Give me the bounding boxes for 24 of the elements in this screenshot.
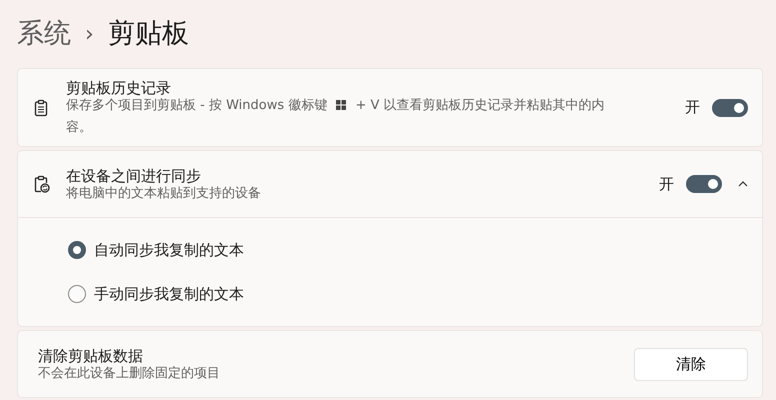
clipboard-sync-icon xyxy=(32,175,50,193)
setting-description: 容。 xyxy=(66,120,92,136)
setting-title: 清除剪贴板数据 xyxy=(38,346,144,366)
chevron-up-icon[interactable] xyxy=(738,181,748,187)
clipboard-icon xyxy=(32,98,50,116)
breadcrumb-separator: › xyxy=(85,20,94,48)
windows-key-icon xyxy=(336,100,346,110)
toggle-switch[interactable] xyxy=(686,175,722,193)
radio-button[interactable] xyxy=(68,241,86,259)
toggle-state-label: 开 xyxy=(685,97,700,118)
setting-title: 剪贴板历史记录 xyxy=(66,78,172,98)
toggle-switch[interactable] xyxy=(712,98,748,116)
setting-description: + V 以查看剪贴板历史记录并粘贴其中的内 xyxy=(354,98,605,112)
clear-button[interactable]: 清除 xyxy=(634,348,748,380)
radio-label: 自动同步我复制的文本 xyxy=(94,240,244,261)
breadcrumb-link[interactable]: 系统 xyxy=(17,14,71,54)
toggle-state-label: 开 xyxy=(659,174,674,195)
setting-title: 在设备之间进行同步 xyxy=(66,166,202,186)
setting-description: 保存多个项目到剪贴板 - 按 Windows 徽标键 xyxy=(66,98,328,112)
setting-description: 不会在此设备上删除固定的项目 xyxy=(38,366,221,382)
setting-description: 将电脑中的文本粘贴到支持的设备 xyxy=(66,186,262,202)
radio-label: 手动同步我复制的文本 xyxy=(94,284,244,305)
radio-button[interactable] xyxy=(68,285,86,303)
page-title: 剪贴板 xyxy=(108,16,189,51)
